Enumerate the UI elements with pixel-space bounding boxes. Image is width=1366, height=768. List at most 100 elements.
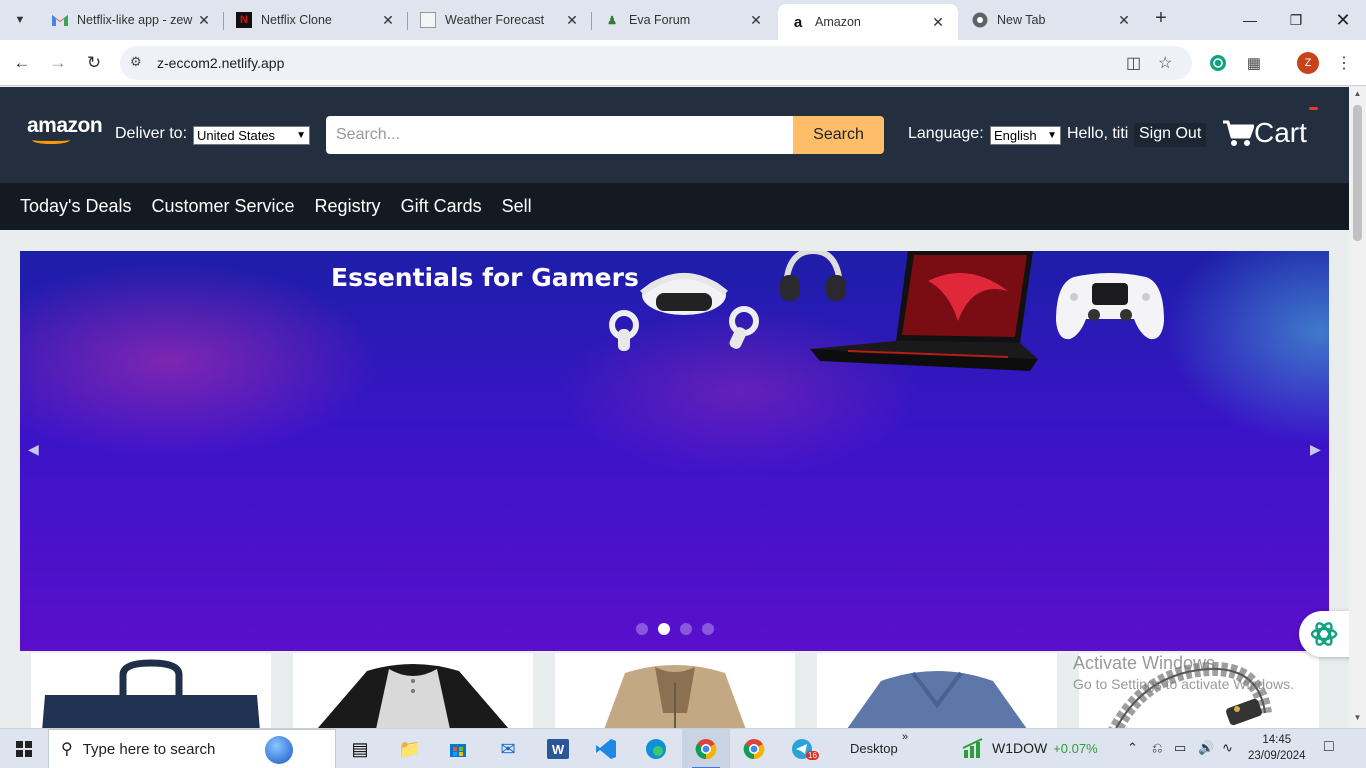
taskbar-search-placeholder: Type here to search: [82, 740, 216, 758]
forward-button[interactable]: →: [46, 51, 70, 75]
tab-new-tab[interactable]: New Tab ✕: [960, 0, 1144, 40]
tab-title: Weather Forecast: [445, 13, 545, 27]
stock-ticker-widget[interactable]: W1DOW +0.07%: [962, 738, 1098, 758]
search-input[interactable]: Search...: [326, 116, 793, 154]
chatgpt-floating-button[interactable]: [1299, 611, 1349, 657]
amazon-smile-icon: [32, 136, 70, 144]
product-card-vneck-tshirt[interactable]: [817, 653, 1057, 728]
tab-eva-forum[interactable]: ♟ Eva Forum ✕: [592, 0, 776, 40]
chrome-profile-taskbar-icon[interactable]: [730, 729, 778, 768]
search-bar: Search... Search: [326, 116, 884, 154]
deliver-to-label: Deliver to:: [115, 125, 188, 142]
cart-button[interactable]: Cart: [1222, 117, 1307, 149]
meet-now-icon[interactable]: ⎌: [1152, 740, 1162, 756]
toolbar-expand-icon[interactable]: »: [902, 731, 908, 743]
amazon-header: amazon Deliver to: United States ▼ Searc…: [0, 87, 1349, 183]
country-select[interactable]: United States ▼: [193, 126, 310, 145]
tab-title: Netflix-like app - zew: [77, 13, 193, 27]
url-text[interactable]: z-eccom2.netlify.app: [157, 55, 284, 71]
volume-icon[interactable]: 🔊: [1198, 740, 1214, 756]
close-tab-icon[interactable]: ✕: [196, 12, 212, 29]
product-card-jacket[interactable]: [555, 653, 795, 728]
notifications-icon[interactable]: □: [1324, 738, 1334, 756]
nav-registry[interactable]: Registry: [305, 196, 391, 217]
amazon-logo[interactable]: amazon: [27, 114, 103, 138]
edge-icon[interactable]: [632, 729, 680, 768]
close-window-button[interactable]: ✕: [1320, 0, 1366, 40]
chrome-menu-icon[interactable]: ⋮: [1333, 52, 1355, 74]
taskbar-search-input[interactable]: ⚲ Type here to search: [48, 729, 336, 768]
page-viewport: amazon Deliver to: United States ▼ Searc…: [0, 87, 1349, 728]
stock-chart-icon: [962, 738, 983, 758]
back-button[interactable]: ←: [10, 51, 34, 75]
tab-netflix[interactable]: N Netflix Clone ✕: [224, 0, 408, 40]
cart-icon: [1223, 120, 1254, 146]
minimize-button[interactable]: —: [1227, 0, 1273, 40]
scrollbar-thumb[interactable]: [1353, 105, 1362, 241]
install-app-icon[interactable]: ◫: [1126, 53, 1141, 73]
close-tab-icon[interactable]: ✕: [930, 14, 946, 31]
restore-button[interactable]: ❐: [1273, 0, 1319, 40]
tab-weather[interactable]: Weather Forecast ✕: [408, 0, 592, 40]
tab-strip: ▼ Netflix-like app - zew ✕ N Netflix Clo…: [0, 0, 1366, 40]
nav-gift-cards[interactable]: Gift Cards: [391, 196, 492, 217]
tab-gmail[interactable]: Netflix-like app - zew ✕: [40, 0, 224, 40]
close-tab-icon[interactable]: ✕: [1116, 12, 1132, 29]
nav-todays-deals[interactable]: Today's Deals: [10, 196, 142, 217]
chrome-taskbar-icon[interactable]: [682, 729, 730, 768]
nav-sell[interactable]: Sell: [492, 196, 542, 217]
product-card-raglan-shirt[interactable]: [293, 653, 533, 728]
mail-icon[interactable]: ✉: [484, 729, 532, 768]
cart-label: Cart: [1254, 117, 1307, 148]
carousel-dot-active[interactable]: [658, 623, 670, 635]
language-select-value: English: [994, 128, 1037, 143]
carousel-prev-icon[interactable]: ◀: [28, 441, 39, 458]
telegram-icon[interactable]: 16: [778, 729, 826, 768]
new-tab-button[interactable]: +: [1150, 8, 1172, 30]
close-tab-icon[interactable]: ✕: [748, 12, 764, 29]
hero-carousel: Essentials for Gamers ◀ ▶: [20, 251, 1329, 651]
reload-button[interactable]: ↻: [82, 51, 106, 75]
windows-taskbar: ⚲ Type here to search ▤ 📁 ✉ W 16 Desktop…: [0, 728, 1366, 768]
tab-amazon[interactable]: a Amazon ✕: [778, 4, 958, 40]
page-scrollbar[interactable]: ▲ ▼: [1349, 87, 1366, 728]
nav-customer-service[interactable]: Customer Service: [142, 196, 305, 217]
carousel-dot[interactable]: [636, 623, 648, 635]
vscode-icon[interactable]: [582, 729, 630, 768]
tab-search-dropdown[interactable]: ▼: [8, 8, 32, 32]
scroll-up-icon[interactable]: ▲: [1349, 89, 1366, 103]
bookmark-star-icon[interactable]: ☆: [1158, 53, 1172, 73]
file-explorer-icon[interactable]: 📁: [386, 729, 434, 768]
raglan-shirt-image: [317, 664, 509, 728]
sign-out-button[interactable]: Sign Out: [1134, 123, 1207, 147]
desktop-toolbar-label[interactable]: Desktop: [850, 741, 898, 756]
vr-headset-image: [609, 273, 759, 351]
language-select[interactable]: English ▼: [990, 126, 1061, 145]
carousel-dot[interactable]: [702, 623, 714, 635]
scroll-down-icon[interactable]: ▼: [1349, 713, 1366, 727]
close-tab-icon[interactable]: ✕: [564, 12, 580, 29]
wifi-icon[interactable]: ∿: [1222, 740, 1233, 756]
task-view-icon[interactable]: ▤: [336, 729, 384, 768]
microsoft-store-icon[interactable]: [434, 729, 482, 768]
carousel-dot[interactable]: [680, 623, 692, 635]
address-bar[interactable]: ⚙ z-eccom2.netlify.app ◫ ☆: [120, 46, 1192, 80]
search-button[interactable]: Search: [793, 116, 884, 154]
site-settings-icon[interactable]: ⚙: [130, 54, 142, 70]
start-button[interactable]: [0, 729, 48, 768]
netflix-icon: N: [236, 12, 252, 28]
battery-icon[interactable]: ▭: [1174, 740, 1186, 756]
product-card-bag[interactable]: [31, 653, 271, 728]
search-icon: ⚲: [61, 741, 73, 758]
word-icon[interactable]: W: [534, 729, 582, 768]
tab-title: Netflix Clone: [261, 13, 332, 27]
tray-expand-icon[interactable]: ⌃: [1127, 740, 1138, 756]
carousel-next-icon[interactable]: ▶: [1310, 441, 1321, 458]
close-tab-icon[interactable]: ✕: [380, 12, 396, 29]
chatgpt-extension-icon[interactable]: [1207, 52, 1229, 74]
profile-avatar[interactable]: Z: [1297, 52, 1319, 74]
system-clock[interactable]: 14:45 23/09/2024: [1248, 732, 1306, 764]
hero-title: Essentials for Gamers: [331, 263, 639, 292]
extensions-puzzle-icon[interactable]: ▦: [1243, 52, 1265, 74]
cart-count-badge: [1309, 107, 1318, 110]
